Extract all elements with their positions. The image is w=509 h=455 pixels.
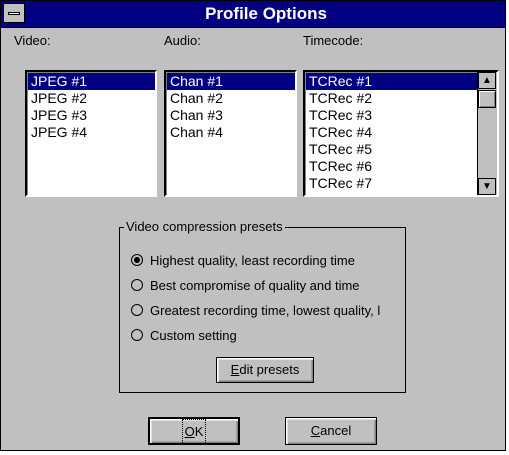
timecode-list-item[interactable]: TCRec #6 bbox=[306, 158, 478, 175]
preset-option[interactable]: Greatest recording time, lowest quality,… bbox=[131, 301, 380, 319]
cancel-button[interactable]: Cancel bbox=[285, 417, 377, 445]
timecode-list-item[interactable]: TCRec #2 bbox=[306, 90, 478, 107]
edit-presets-button[interactable]: Edit presets bbox=[216, 357, 314, 383]
ok-focus: OK bbox=[181, 419, 207, 445]
title-bar: Profile Options bbox=[1, 1, 505, 28]
preset-option[interactable]: Best compromise of quality and time bbox=[131, 276, 360, 294]
audio-list-item[interactable]: Chan #2 bbox=[167, 90, 295, 107]
video-label: Video: bbox=[14, 33, 51, 48]
radio-button[interactable] bbox=[131, 254, 143, 266]
timecode-list-item[interactable]: TCRec #7 bbox=[306, 175, 478, 192]
radio-button[interactable] bbox=[131, 304, 143, 316]
timecode-list-item[interactable]: TCRec #3 bbox=[306, 107, 478, 124]
ok-rest: K bbox=[194, 424, 204, 439]
window-title: Profile Options bbox=[205, 4, 327, 23]
system-menu-icon[interactable] bbox=[3, 3, 25, 23]
preset-option[interactable]: Custom setting bbox=[131, 326, 237, 344]
arrow-up-icon[interactable]: ▲ bbox=[478, 72, 496, 89]
timecode-list-item[interactable]: TCRec #5 bbox=[306, 141, 478, 158]
audio-list-item[interactable]: Chan #1 bbox=[167, 73, 295, 90]
cancel-mnemonic: C bbox=[310, 423, 321, 438]
timecode-list-item[interactable]: TCRec #1 bbox=[306, 73, 478, 90]
group-title: Video compression presets bbox=[124, 219, 285, 234]
timecode-label: Timecode: bbox=[303, 33, 364, 48]
preset-option[interactable]: Highest quality, least recording time bbox=[131, 251, 355, 269]
video-listbox[interactable]: JPEG #1 JPEG #2 JPEG #3 JPEG #4 bbox=[25, 70, 157, 197]
preset-option-label: Custom setting bbox=[150, 327, 237, 343]
ok-button[interactable]: OK bbox=[148, 417, 240, 445]
audio-list-item[interactable]: Chan #3 bbox=[167, 107, 295, 124]
video-list-item[interactable]: JPEG #2 bbox=[28, 90, 155, 107]
radio-button[interactable] bbox=[131, 329, 143, 341]
audio-label: Audio: bbox=[164, 33, 201, 48]
cancel-rest: ancel bbox=[320, 423, 352, 438]
video-list-item[interactable]: JPEG #4 bbox=[28, 124, 155, 141]
video-list-item[interactable]: JPEG #1 bbox=[28, 73, 155, 90]
preset-option-label: Best compromise of quality and time bbox=[150, 277, 360, 293]
arrow-down-icon[interactable]: ▼ bbox=[478, 178, 496, 195]
ok-mnemonic: O bbox=[184, 424, 195, 439]
radio-button[interactable] bbox=[131, 279, 143, 291]
timecode-listbox[interactable]: TCRec #1 TCRec #2 TCRec #3 TCRec #4 TCRec #5… bbox=[303, 70, 499, 197]
audio-list-item[interactable]: Chan #4 bbox=[167, 124, 295, 141]
timecode-list-item[interactable]: TCRec #4 bbox=[306, 124, 478, 141]
video-list-item[interactable]: JPEG #3 bbox=[28, 107, 155, 124]
audio-listbox[interactable]: Chan #1 Chan #2 Chan #3 Chan #4 bbox=[164, 70, 297, 197]
profile-options-dialog: Profile Options Video: Audio: Timecode: … bbox=[0, 0, 506, 451]
timecode-scrollbar[interactable]: ▲ ▼ bbox=[477, 72, 497, 195]
preset-option-label: Greatest recording time, lowest quality,… bbox=[150, 302, 381, 318]
preset-option-label: Highest quality, least recording time bbox=[150, 252, 355, 268]
edit-rest: dit presets bbox=[239, 362, 300, 377]
scroll-thumb[interactable] bbox=[478, 90, 496, 108]
timecode-list-item[interactable]: TCRec #8 bbox=[306, 192, 478, 195]
